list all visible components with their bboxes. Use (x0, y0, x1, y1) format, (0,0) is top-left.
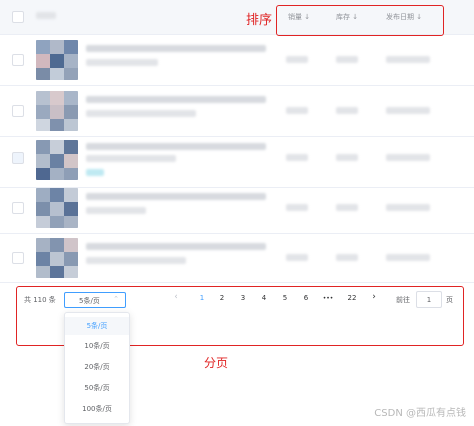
blurred-tag (86, 169, 104, 176)
goto-page-input[interactable]: 1 (416, 291, 442, 308)
sort-annotation-box (276, 5, 444, 36)
pagination-annotation-label: 分页 (204, 356, 229, 370)
page-button-1[interactable]: 1 (194, 294, 210, 302)
product-thumbnail (36, 91, 78, 131)
goto-page-value: 1 (426, 296, 432, 304)
page-size-value: 5条/页 (79, 297, 100, 305)
goto-suffix: 页 (446, 296, 453, 304)
next-page-button[interactable]: › (366, 292, 382, 302)
blurred-subtitle (86, 110, 196, 117)
product-thumbnail (36, 188, 78, 228)
row-checkbox[interactable] (12, 252, 24, 264)
blurred-date (386, 254, 430, 261)
blurred-sales (286, 154, 308, 161)
blurred-sales (286, 56, 308, 63)
goto-label: 前往 (396, 296, 410, 304)
blurred-stock (336, 56, 358, 63)
blurred-date (386, 154, 430, 161)
blurred-title (86, 193, 266, 200)
blurred-title (86, 243, 266, 250)
blurred-stock (336, 154, 358, 161)
table-row[interactable] (0, 234, 474, 283)
page-size-option[interactable]: 100条/页 (65, 400, 129, 418)
blurred-title (86, 45, 266, 52)
table-row[interactable] (0, 86, 474, 137)
table-row[interactable] (0, 183, 474, 234)
blurred-title (86, 96, 266, 103)
blurred-subtitle (86, 257, 186, 264)
table-row[interactable] (0, 35, 474, 86)
more-pages-button[interactable]: ••• (320, 295, 336, 302)
chevron-up-icon: ⌃ (113, 295, 119, 303)
blurred-subtitle (86, 207, 146, 214)
blurred-sales (286, 204, 308, 211)
blurred-stock (336, 107, 358, 114)
blurred-stock (336, 254, 358, 261)
total-count: 共 110 条 (24, 296, 56, 304)
blurred-header-label (36, 12, 56, 19)
blurred-stock (336, 204, 358, 211)
blurred-subtitle (86, 155, 176, 162)
page-button-5[interactable]: 5 (277, 294, 293, 302)
row-checkbox[interactable] (12, 54, 24, 66)
blurred-title (86, 143, 266, 150)
select-all-checkbox[interactable] (12, 11, 24, 23)
product-thumbnail (36, 40, 78, 80)
watermark: CSDN @西瓜有点钱 (374, 408, 466, 419)
page-size-select[interactable]: 5条/页 ⌃ (64, 292, 126, 308)
blurred-date (386, 56, 430, 63)
product-thumbnail (36, 140, 78, 180)
page-size-option[interactable]: 20条/页 (65, 358, 129, 376)
page-button-3[interactable]: 3 (235, 294, 251, 302)
page-size-option[interactable]: 50条/页 (65, 379, 129, 397)
page-size-option[interactable]: 5条/页 (65, 317, 129, 335)
page-button-6[interactable]: 6 (298, 294, 314, 302)
product-thumbnail (36, 238, 78, 278)
blurred-subtitle (86, 59, 158, 66)
page-button-4[interactable]: 4 (256, 294, 272, 302)
page-size-option[interactable]: 10条/页 (65, 337, 129, 355)
row-checkbox[interactable] (12, 202, 24, 214)
prev-page-button[interactable]: ‹ (168, 292, 184, 302)
sort-annotation-label: 排序 (246, 13, 273, 28)
table-row[interactable] (0, 137, 474, 188)
page-button-2[interactable]: 2 (214, 294, 230, 302)
row-checkbox[interactable] (12, 152, 24, 164)
blurred-sales (286, 254, 308, 261)
blurred-sales (286, 107, 308, 114)
page-size-dropdown: 5条/页 10条/页 20条/页 50条/页 100条/页 (64, 312, 130, 424)
row-checkbox[interactable] (12, 105, 24, 117)
blurred-date (386, 107, 430, 114)
blurred-date (386, 204, 430, 211)
page-button-22[interactable]: 22 (342, 294, 362, 302)
